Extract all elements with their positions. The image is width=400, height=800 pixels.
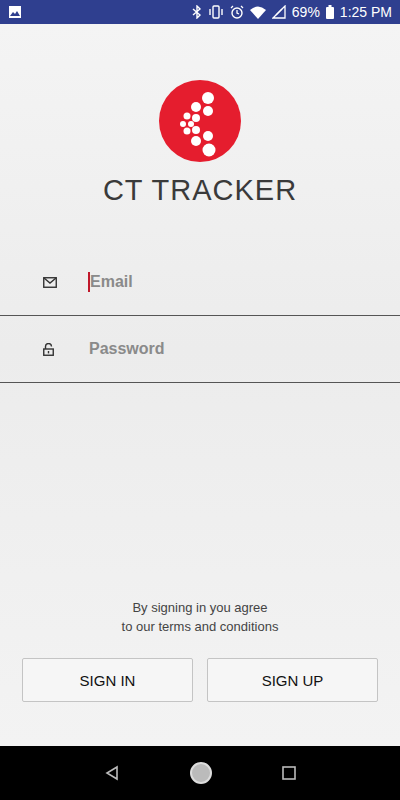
login-form: Email Password [0, 249, 400, 383]
field-placeholder: Email [90, 273, 133, 291]
lock-icon [43, 343, 54, 356]
terms-text: By signing in you agreeto our terms and … [0, 598, 400, 636]
text-cursor [88, 272, 90, 292]
clock: 1:25 PM [340, 4, 392, 20]
image-icon [8, 5, 22, 19]
logo-icon [159, 80, 241, 162]
home-icon[interactable] [189, 761, 213, 785]
password-field[interactable]: Password [0, 316, 400, 383]
status-bar: 69% 1:25 PM [0, 0, 400, 24]
email-field[interactable]: Email [0, 249, 400, 316]
alarm-icon [230, 5, 244, 19]
action-button[interactable]: SIGN IN [22, 658, 193, 702]
bluetooth-icon [192, 5, 202, 19]
app-name: CT TRACKER [103, 172, 297, 208]
recents-icon[interactable] [282, 766, 296, 780]
brand: CT TRACKER [0, 24, 400, 208]
battery-percent: 69% [292, 4, 320, 20]
vibrate-icon [208, 5, 224, 19]
battery-icon [326, 5, 334, 19]
navigation-bar [0, 746, 400, 800]
button-row: SIGN IN SIGN UP [0, 658, 400, 746]
mail-icon [43, 277, 57, 288]
action-button[interactable]: SIGN UP [207, 658, 378, 702]
login-panel: CT TRACKER Email Password By signing in you… [0, 24, 400, 746]
wifi-icon [250, 6, 266, 19]
back-icon[interactable] [104, 765, 120, 781]
signal-icon [272, 5, 286, 19]
field-placeholder: Password [89, 340, 165, 358]
login-screen: 69% 1:25 PM CT TRACKER Email Password By sign… [0, 0, 400, 800]
